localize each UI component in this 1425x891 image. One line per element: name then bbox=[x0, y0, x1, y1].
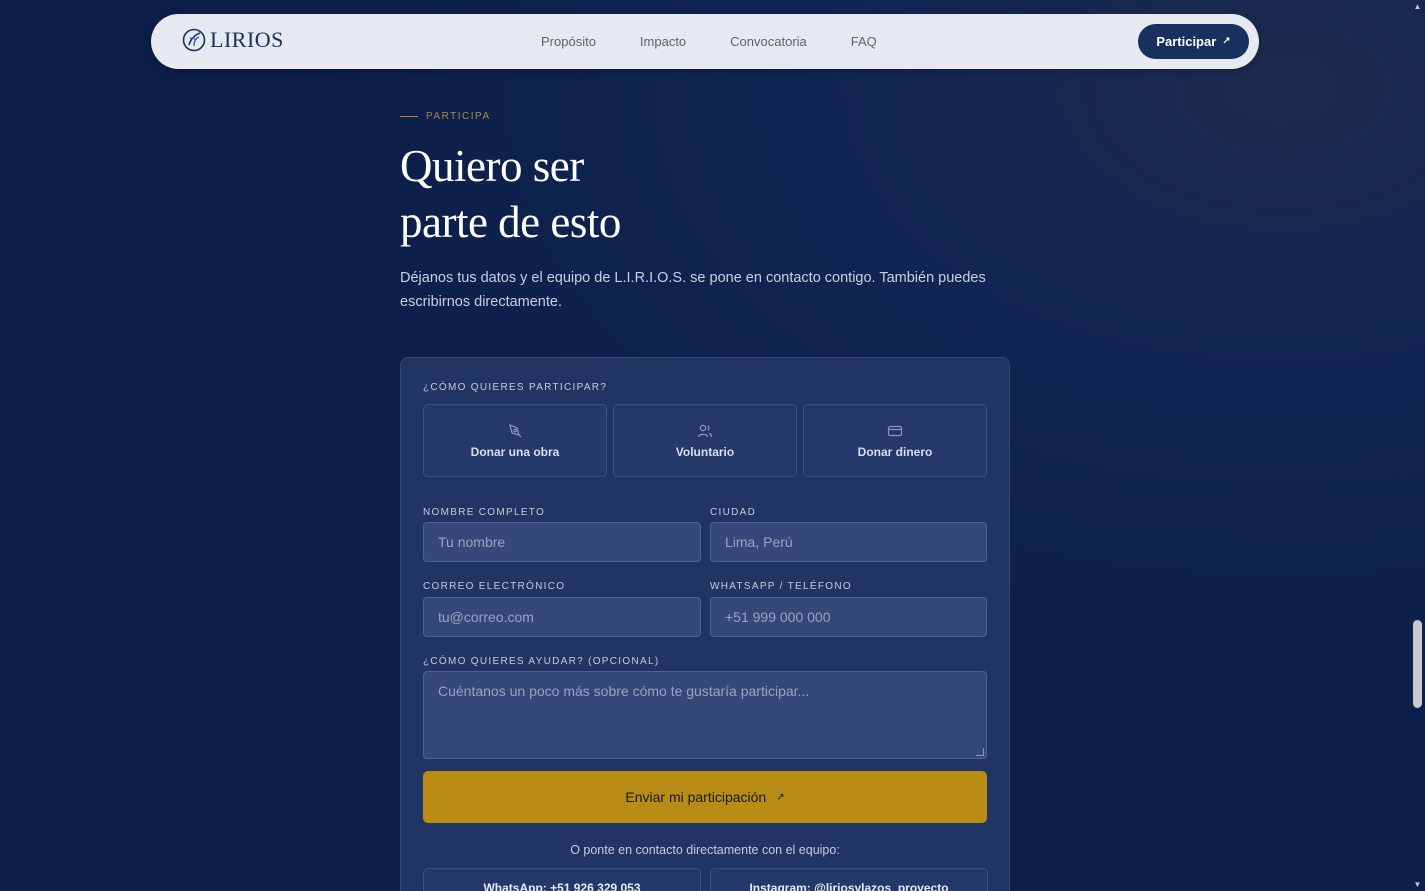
email-input[interactable] bbox=[438, 609, 686, 625]
option-donar-dinero-label: Donar dinero bbox=[857, 444, 933, 459]
scroll-up-icon[interactable]: ▲ bbox=[1413, 2, 1422, 11]
scroll-down-icon[interactable]: ▼ bbox=[1413, 880, 1422, 889]
nav-link-impacto[interactable]: Impacto bbox=[640, 34, 686, 49]
arrow-up-right-icon: ↗ bbox=[1222, 36, 1231, 47]
name-field bbox=[423, 522, 701, 562]
page-title: Quiero ser parte de esto bbox=[400, 138, 820, 250]
name-input[interactable] bbox=[438, 534, 686, 550]
nav-link-convocatoria[interactable]: Convocatoria bbox=[730, 34, 807, 49]
lead-paragraph: Déjanos tus datos y el equipo de L.I.R.I… bbox=[400, 270, 986, 310]
whatsapp-button[interactable]: WhatsApp: +51 926 329 053 bbox=[423, 868, 701, 891]
logo[interactable]: LIRIOS bbox=[181, 27, 284, 53]
users-icon bbox=[697, 424, 713, 437]
email-field bbox=[423, 597, 701, 637]
phone-field bbox=[710, 597, 987, 637]
phone-label: WHATSAPP / TELÉFONO bbox=[710, 581, 852, 592]
nav-links: Propósito Impacto Convocatoria FAQ bbox=[541, 34, 877, 49]
option-donar-dinero[interactable]: Donar dinero bbox=[803, 404, 987, 477]
help-textarea[interactable] bbox=[438, 683, 972, 747]
title-line-1: Quiero ser bbox=[400, 141, 584, 191]
option-voluntario[interactable]: Voluntario bbox=[613, 404, 797, 477]
help-field bbox=[423, 671, 987, 759]
submit-button-label: Enviar mi participación bbox=[625, 789, 767, 805]
brush-icon bbox=[509, 423, 522, 437]
section-eyebrow: PARTICIPA bbox=[400, 111, 491, 122]
participation-form: ¿CÓMO QUIERES PARTICIPAR? Donar una obra… bbox=[400, 357, 1010, 891]
participation-type-label: ¿CÓMO QUIERES PARTICIPAR? bbox=[423, 382, 608, 393]
city-input[interactable] bbox=[725, 534, 972, 550]
option-voluntario-label: Voluntario bbox=[675, 444, 735, 459]
top-navbar: LIRIOS Propósito Impacto Convocatoria FA… bbox=[151, 14, 1259, 69]
credit-card-icon bbox=[887, 425, 903, 436]
nav-link-proposito[interactable]: Propósito bbox=[541, 34, 596, 49]
nav-link-faq[interactable]: FAQ bbox=[851, 34, 877, 49]
arrow-up-right-icon: ↗ bbox=[776, 791, 785, 803]
phone-input[interactable] bbox=[725, 609, 972, 625]
option-donar-obra-label: Donar una obra bbox=[470, 444, 560, 459]
option-donar-obra[interactable]: Donar una obra bbox=[423, 404, 607, 477]
lily-logo-icon bbox=[182, 28, 206, 52]
name-label: NOMBRE COMPLETO bbox=[423, 507, 546, 518]
submit-button[interactable]: Enviar mi participación ↗ bbox=[423, 771, 987, 823]
contact-note: O ponte en contacto directamente con el … bbox=[570, 843, 840, 857]
city-field bbox=[710, 522, 987, 562]
scrollbar-thumb[interactable] bbox=[1413, 620, 1422, 708]
participar-button-label: Participar bbox=[1156, 34, 1217, 49]
participar-button[interactable]: Participar ↗ bbox=[1138, 24, 1249, 59]
eyebrow-text: PARTICIPA bbox=[426, 111, 491, 122]
scrollbar[interactable]: ▲ ▼ bbox=[1411, 0, 1425, 891]
email-label: CORREO ELECTRÓNICO bbox=[423, 581, 566, 592]
city-label: CIUDAD bbox=[710, 507, 757, 518]
title-line-2: parte de esto bbox=[400, 197, 621, 247]
eyebrow-divider bbox=[400, 116, 418, 117]
logo-text: LIRIOS bbox=[210, 27, 284, 52]
resize-handle[interactable] bbox=[976, 748, 984, 756]
help-label: ¿CÓMO QUIERES AYUDAR? (OPCIONAL) bbox=[423, 656, 660, 667]
instagram-button[interactable]: Instagram: @liriosylazos_proyecto bbox=[710, 868, 988, 891]
